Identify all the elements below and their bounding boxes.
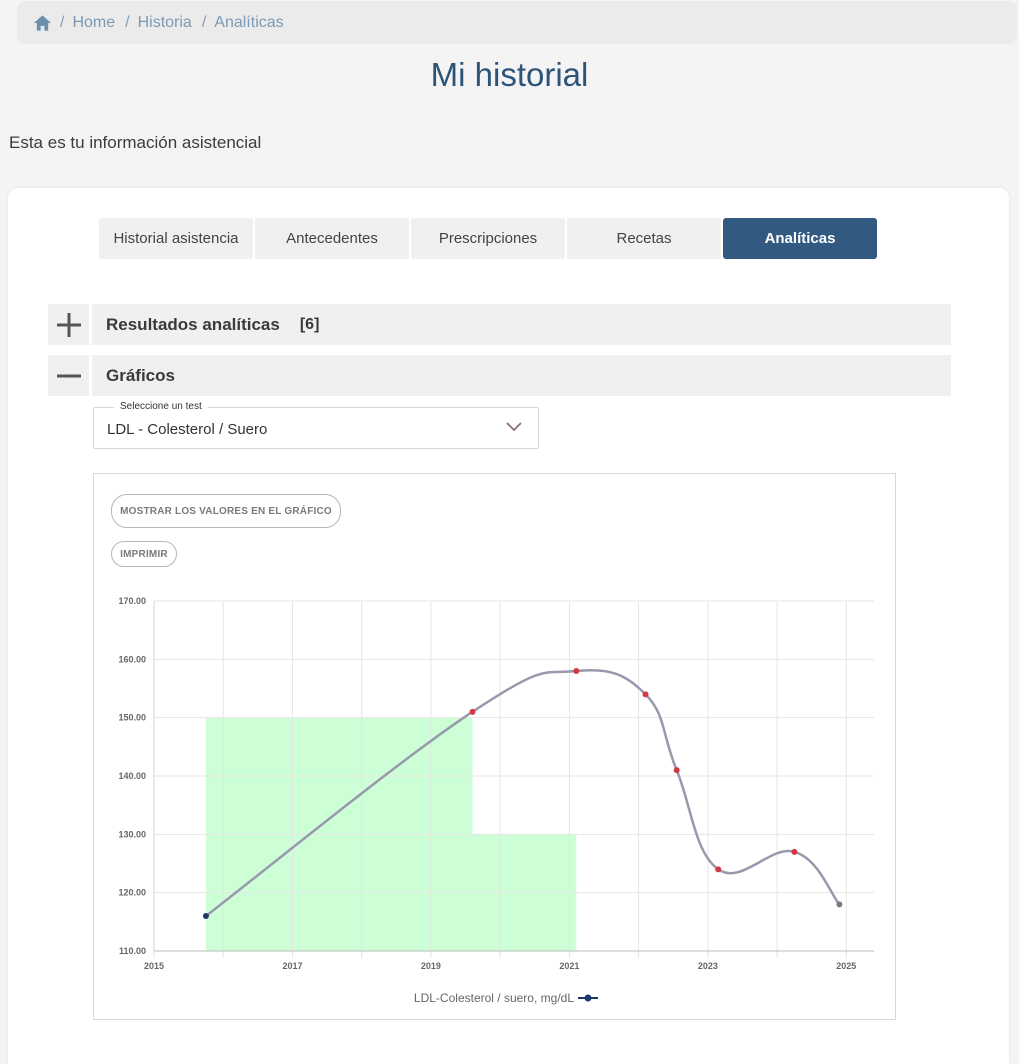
breadcrumb-historia[interactable]: Historia bbox=[138, 14, 192, 32]
x-tick-label: 2017 bbox=[282, 961, 302, 971]
chevron-down-icon bbox=[506, 422, 522, 432]
tab-antecedentes[interactable]: Antecedentes bbox=[255, 218, 409, 259]
legend-label: LDL-Colesterol / suero, mg/dL bbox=[414, 991, 574, 1005]
test-select-legend: Seleccione un test bbox=[114, 401, 208, 412]
tab-historial-asistencia[interactable]: Historial asistencia bbox=[99, 218, 253, 259]
test-select-value: LDL - Colesterol / Suero bbox=[107, 421, 268, 438]
accordion-charts: Gráficos bbox=[48, 355, 951, 396]
ldl-chart: 110.00 120.00 130.00 140.00 150.00 160.00 170.… bbox=[118, 596, 874, 1005]
main-card: Historial asistencia Antecedentes Prescr… bbox=[8, 188, 1009, 1064]
tab-bar: Historial asistencia Antecedentes Prescr… bbox=[99, 218, 877, 259]
data-point bbox=[836, 901, 843, 908]
data-point bbox=[573, 668, 580, 674]
results-label: Resultados analíticas bbox=[106, 314, 280, 334]
page-subtitle: Esta es tu información asistencial bbox=[9, 133, 262, 152]
charts-header[interactable]: Gráficos bbox=[92, 355, 951, 396]
breadcrumb-home[interactable]: Home bbox=[72, 14, 115, 32]
breadcrumb: / Home / Historia / Analíticas bbox=[17, 1, 1017, 44]
test-select[interactable]: Seleccione un test LDL - Colesterol / Su… bbox=[93, 401, 539, 449]
tab-recetas[interactable]: Recetas bbox=[567, 218, 721, 259]
data-point bbox=[791, 848, 798, 855]
data-point bbox=[673, 767, 680, 774]
y-tick-label: 170.00 bbox=[118, 596, 146, 606]
x-tick-label: 2015 bbox=[144, 961, 164, 971]
breadcrumb-separator: / bbox=[125, 13, 130, 31]
charts-label: Gráficos bbox=[106, 365, 175, 385]
plus-icon bbox=[56, 312, 81, 337]
breadcrumb-analiticas[interactable]: Analíticas bbox=[214, 14, 283, 32]
x-tick-label: 2019 bbox=[421, 961, 441, 971]
y-tick-label: 110.00 bbox=[119, 946, 146, 956]
y-tick-label: 160.00 bbox=[118, 654, 146, 664]
expand-results-button[interactable] bbox=[48, 304, 89, 345]
y-tick-label: 150.00 bbox=[118, 713, 146, 723]
y-tick-label: 130.00 bbox=[118, 829, 146, 839]
x-tick-label: 2023 bbox=[698, 961, 718, 971]
data-point bbox=[469, 708, 476, 715]
y-tick-label: 140.00 bbox=[118, 771, 146, 781]
tab-analiticas[interactable]: Analíticas bbox=[723, 218, 877, 259]
page-title: Mi historial bbox=[430, 56, 589, 93]
collapse-charts-button[interactable] bbox=[48, 355, 89, 396]
data-point bbox=[642, 691, 649, 698]
data-point bbox=[715, 866, 722, 873]
results-count: [6] bbox=[299, 315, 320, 333]
home-icon[interactable] bbox=[33, 14, 52, 32]
minus-icon bbox=[56, 374, 81, 377]
tab-prescripciones[interactable]: Prescripciones bbox=[411, 218, 565, 259]
breadcrumb-separator: / bbox=[201, 13, 207, 31]
chart-container: MOSTRAR LOS VALORES EN EL GRÁFICO IMPRIM… bbox=[93, 473, 896, 1020]
legend-marker bbox=[584, 994, 592, 1002]
breadcrumb-separator: / bbox=[60, 13, 65, 31]
x-tick-label: 2021 bbox=[559, 961, 579, 971]
results-header[interactable]: Resultados analíticas [6] bbox=[92, 304, 951, 345]
data-point bbox=[202, 913, 209, 919]
y-tick-label: 120.00 bbox=[118, 888, 146, 898]
x-tick-label: 2025 bbox=[836, 961, 856, 971]
accordion-results: Resultados analíticas [6] bbox=[48, 304, 951, 345]
